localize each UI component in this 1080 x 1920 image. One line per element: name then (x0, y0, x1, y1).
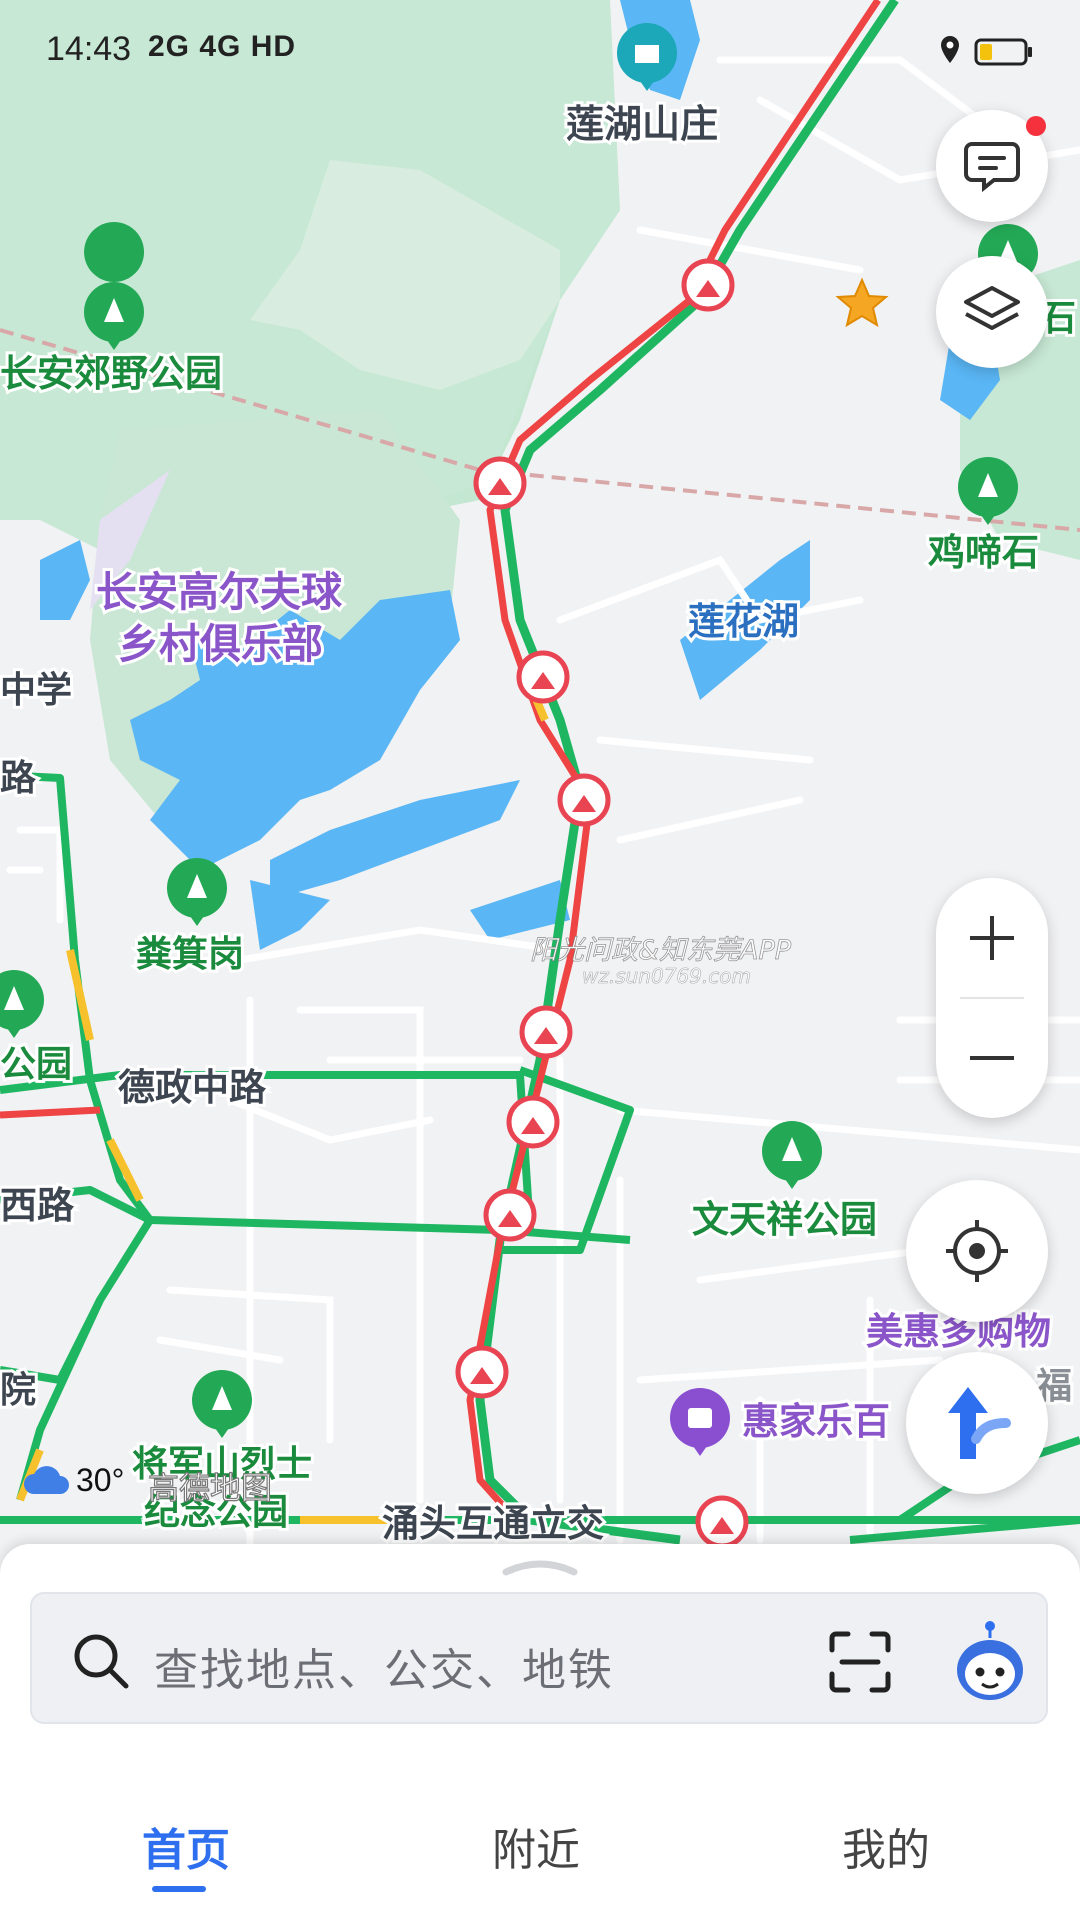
label-huijiale: 惠家乐百 (742, 1400, 890, 1443)
search-bar[interactable]: 查找地点、公交、地铁 (30, 1592, 1048, 1724)
active-tab-indicator (152, 1886, 206, 1892)
layers-icon (964, 286, 1020, 330)
label-fenjigang: 粪箕岗 (136, 934, 244, 975)
plus-icon (970, 916, 1014, 960)
label-wentianxiang-park: 文天祥公园 (692, 1198, 877, 1241)
locate-me-button[interactable] (906, 1180, 1048, 1322)
minus-icon (970, 1056, 1014, 1060)
temperature: 30° (76, 1461, 125, 1498)
tab-mine[interactable]: 我的 (842, 1814, 930, 1878)
bottom-tab-bar: 首页 附近 我的 (0, 1770, 1080, 1920)
tab-nearby[interactable]: 附近 (492, 1814, 580, 1878)
scan-icon[interactable] (828, 1630, 892, 1694)
watermark-text: 阳光问政&知东莞APP (530, 935, 792, 967)
assistant-avatar-icon[interactable] (952, 1618, 1028, 1704)
message-icon (964, 142, 1020, 193)
map-logo: 高德地图 (147, 1470, 272, 1507)
label-golf-club-2: 乡村俱乐部 (118, 620, 323, 668)
zoom-out-button[interactable] (936, 998, 1048, 1118)
crosshair-icon (946, 1220, 1008, 1282)
route-navigation-button[interactable] (906, 1352, 1048, 1494)
label-golf-club-1: 长安高尔夫球 (96, 568, 343, 616)
sheet-handle-icon[interactable] (502, 1554, 578, 1578)
layers-button[interactable] (936, 256, 1048, 368)
zoom-control (936, 878, 1048, 1118)
label-school: 中学 (0, 669, 72, 711)
weather-widget[interactable]: 30° (22, 1460, 124, 1500)
label-dezheng-road: 德政中路 (118, 1066, 267, 1109)
label-park-left: 公园 (0, 1044, 72, 1085)
label-jitishi: 鸡啼石 (928, 531, 1039, 574)
search-icon (74, 1634, 129, 1689)
label-lu: 路 (0, 758, 37, 799)
label-yongtou-interchange: 涌头互通立交 (382, 1502, 604, 1545)
location-icon (941, 36, 959, 63)
search-input[interactable]: 查找地点、公交、地铁 (154, 1634, 614, 1698)
label-changan-park: 长安郊野公园 (0, 352, 222, 395)
label-yuan: 院 (0, 1370, 36, 1411)
route-arrow-icon (948, 1387, 1011, 1459)
status-bar: 14:43 2G 4G HD (0, 0, 1080, 110)
label-lianhua-lake: 莲花湖 (688, 600, 799, 643)
zoom-in-button[interactable] (936, 878, 1048, 998)
network-indicator: 2G 4G HD (148, 30, 297, 63)
messages-button[interactable] (936, 110, 1048, 222)
status-time: 14:43 (46, 30, 132, 68)
watermark-url: wz.sun0769.com (582, 964, 752, 989)
cloud-icon (24, 1466, 69, 1494)
notification-dot (1026, 116, 1046, 136)
tab-home[interactable]: 首页 (142, 1814, 230, 1878)
battery-icon (974, 38, 1032, 66)
label-west-road: 西路 (0, 1184, 75, 1227)
